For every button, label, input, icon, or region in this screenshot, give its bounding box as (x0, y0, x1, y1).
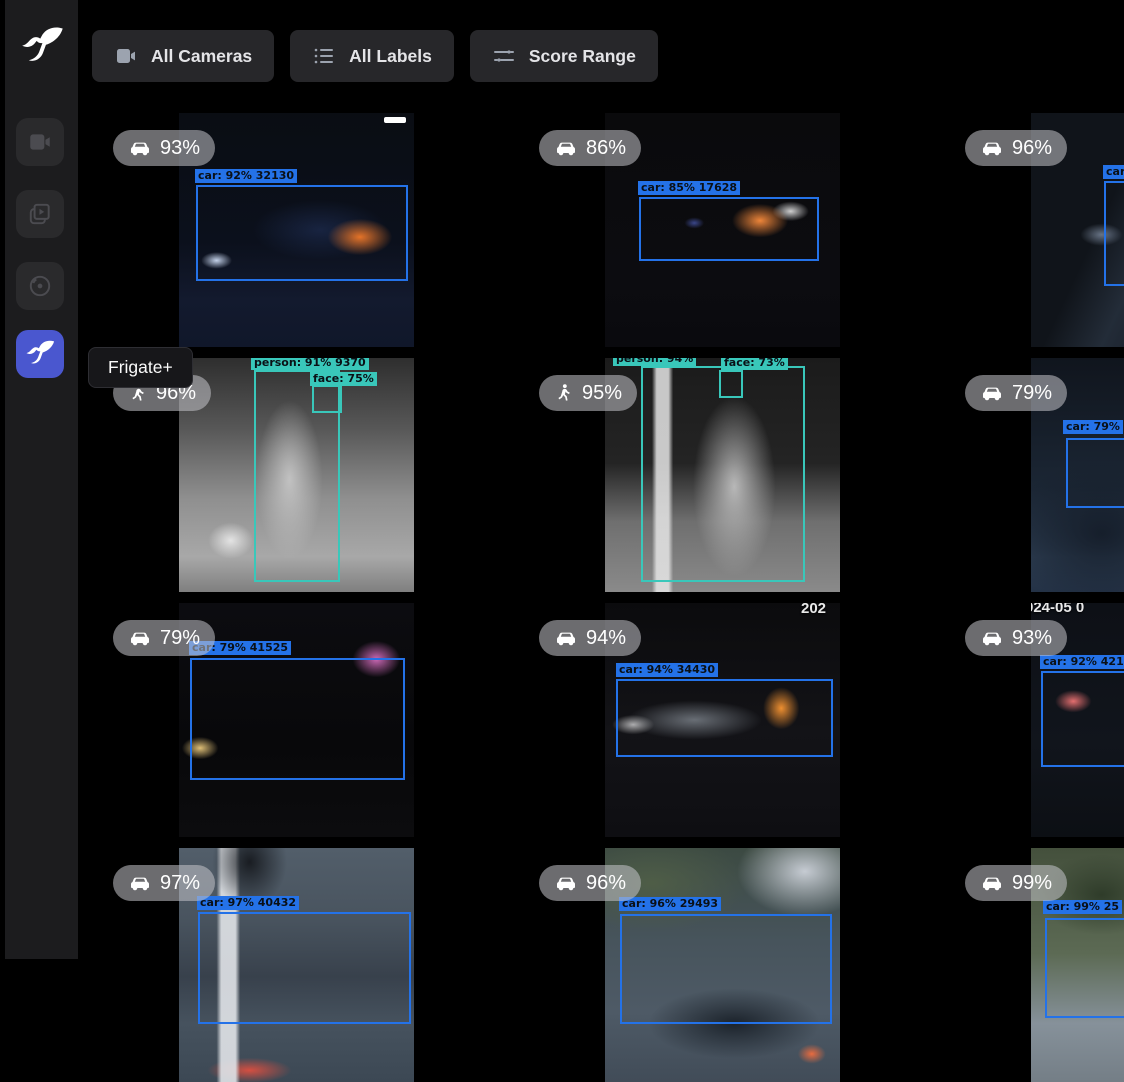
sliders-icon (492, 44, 516, 68)
bbox (1066, 438, 1124, 508)
bbox-label: car: 96% 29493 (619, 897, 721, 911)
bbox (1104, 181, 1124, 286)
detection-card[interactable]: car: 79% 79% (945, 358, 1124, 592)
score-label: 79% (160, 627, 200, 650)
bbox (1045, 918, 1124, 1018)
score-label: 93% (160, 137, 200, 160)
score-badge: 79% (113, 620, 215, 656)
review-icon (27, 201, 53, 227)
bbox-label: person: 94% (613, 358, 696, 366)
score-badge: 96% (539, 865, 641, 901)
score-badge: 99% (965, 865, 1067, 901)
detection-card[interactable]: 024-05 0 car: 92% 4218 93% (945, 603, 1124, 837)
bbox (312, 385, 342, 413)
detection-card[interactable]: car: 95% 45260 96% (945, 113, 1124, 347)
score-label: 97% (160, 872, 200, 895)
bbox (620, 914, 832, 1024)
car-icon (554, 871, 578, 895)
frigate-logo-icon (20, 25, 64, 69)
bbox (190, 658, 405, 780)
score-badge: 93% (965, 620, 1067, 656)
detection-card[interactable]: person: 94% face: 73% 95% (519, 358, 945, 592)
sidebar-item-export[interactable] (16, 262, 64, 310)
all-labels-button[interactable]: All Labels (290, 30, 454, 82)
timestamp-overlay: 202 (801, 603, 826, 617)
score-badge: 95% (539, 375, 637, 411)
bbox (198, 912, 411, 1024)
score-badge: 86% (539, 130, 641, 166)
frigate-plus-tooltip: Frigate+ (88, 347, 193, 388)
score-label: 86% (586, 137, 626, 160)
export-icon (27, 273, 53, 299)
bbox (1041, 671, 1124, 767)
car-icon (128, 871, 152, 895)
bbox (719, 370, 743, 398)
sidebar (0, 0, 78, 959)
bbox (641, 366, 805, 582)
frigate-plus-icon (25, 339, 55, 369)
detection-card[interactable]: car: 79% 4152579% (93, 603, 519, 837)
score-label: 96% (1012, 137, 1052, 160)
sidebar-item-live[interactable] (16, 118, 64, 166)
bbox-label: car: 97% 40432 (197, 896, 299, 910)
detection-card[interactable]: car: 92% 32130 93% (93, 113, 519, 347)
tooltip-label: Frigate+ (108, 357, 173, 377)
bbox-label: car: 85% 17628 (638, 181, 740, 195)
list-icon (312, 44, 336, 68)
snapshot-image[interactable]: person: 94% face: 73% (605, 358, 840, 592)
bbox-label: car: 92% 32130 (195, 169, 297, 183)
score-badge: 96% (965, 130, 1067, 166)
detection-card[interactable]: car: 97% 4043297% (93, 848, 519, 1082)
bbox-label: car: 99% 25 (1043, 900, 1122, 914)
car-icon (554, 626, 578, 650)
car-icon (980, 136, 1004, 160)
detection-card[interactable]: car: 99% 25 99% (945, 848, 1124, 1082)
score-badge: 93% (113, 130, 215, 166)
bbox-label: face: 75% (310, 372, 377, 386)
camera-icon (27, 129, 53, 155)
score-label: 95% (582, 382, 622, 405)
filter-bar: All Cameras All Labels Score Range (92, 30, 658, 82)
bbox-label: car: 79% (1063, 420, 1123, 434)
snapshot-image[interactable]: person: 91% 9370 face: 75% (179, 358, 414, 592)
detection-card[interactable]: person: 91% 9370face: 75%96% (93, 358, 519, 592)
car-icon (980, 626, 1004, 650)
camera-filter-icon (114, 44, 138, 68)
all-labels-label: All Labels (349, 46, 432, 67)
frigate-logo[interactable] (17, 22, 67, 72)
score-badge: 94% (539, 620, 641, 656)
person-icon (554, 382, 574, 404)
all-cameras-button[interactable]: All Cameras (92, 30, 274, 82)
score-range-button[interactable]: Score Range (470, 30, 658, 82)
score-label: 99% (1012, 872, 1052, 895)
score-label: 96% (586, 872, 626, 895)
bbox-label: person: 91% 9370 (251, 358, 369, 370)
bbox (616, 679, 833, 757)
detection-card[interactable]: car: 96% 29493 96% (519, 848, 945, 1082)
all-cameras-label: All Cameras (151, 46, 252, 67)
timestamp-overlay: 024-05 0 (1031, 603, 1084, 616)
bbox-label: car: 94% 34430 (616, 663, 718, 677)
score-label: 79% (1012, 382, 1052, 405)
image-marker (384, 117, 406, 123)
detection-card[interactable]: car: 85% 17628 86% (519, 113, 945, 347)
car-icon (128, 626, 152, 650)
bbox (196, 185, 408, 281)
sidebar-item-review[interactable] (16, 190, 64, 238)
car-icon (554, 136, 578, 160)
sidebar-item-frigate-plus[interactable] (16, 330, 64, 378)
score-label: 94% (586, 627, 626, 650)
car-icon (128, 136, 152, 160)
score-badge: 79% (965, 375, 1067, 411)
score-badge: 97% (113, 865, 215, 901)
detection-card[interactable]: 202 car: 94% 34430 94% (519, 603, 945, 837)
bbox-label: car: 95% 45260 (1103, 165, 1124, 179)
car-icon (980, 871, 1004, 895)
score-range-label: Score Range (529, 46, 636, 67)
bbox-label: car: 92% 4218 (1040, 655, 1124, 669)
score-label: 93% (1012, 627, 1052, 650)
car-icon (980, 381, 1004, 405)
bbox-label: face: 73% (721, 358, 788, 370)
bbox (639, 197, 819, 261)
